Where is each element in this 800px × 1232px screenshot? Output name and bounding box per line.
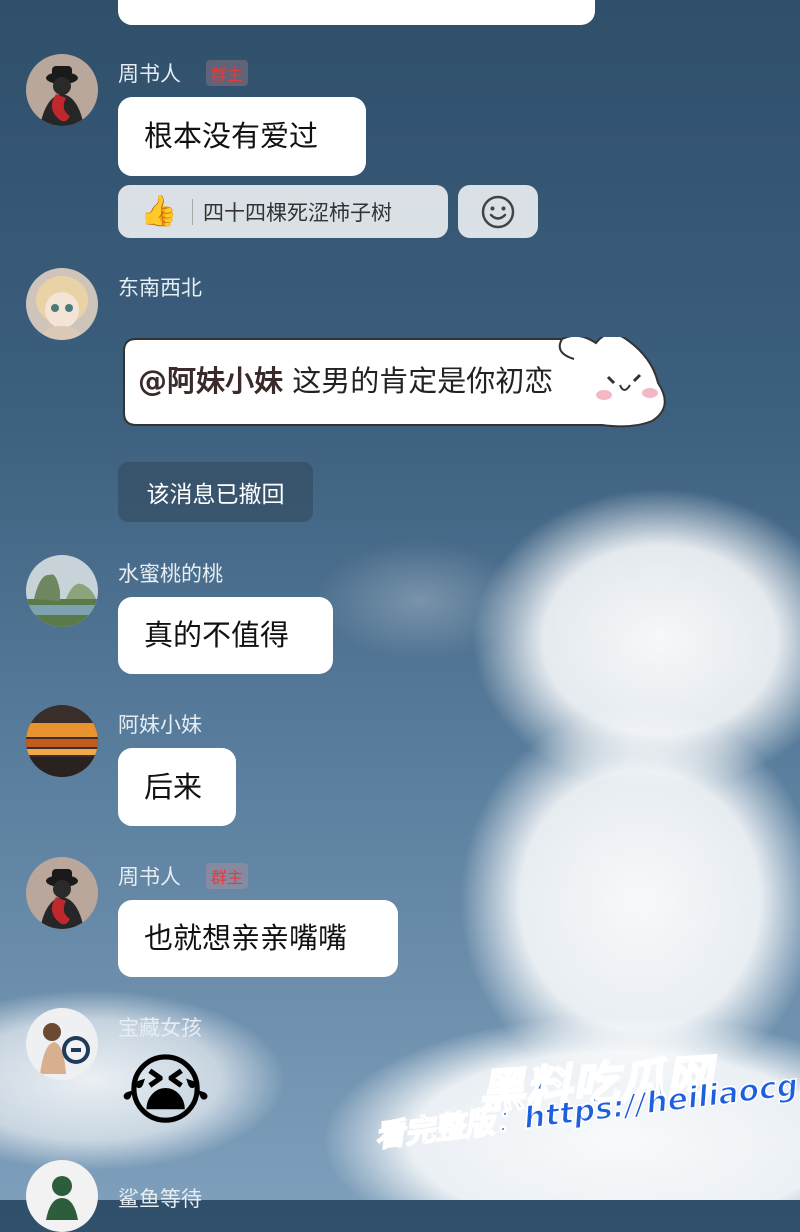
avatar[interactable]: [26, 1008, 98, 1080]
owner-badge: 群主: [206, 60, 249, 86]
message-bubble[interactable]: 后来: [118, 748, 236, 826]
avatar[interactable]: [26, 857, 98, 929]
owner-badge: 群主: [206, 863, 249, 889]
crying-face-emoji[interactable]: 😭: [120, 1052, 211, 1130]
watermark-prefix: 看完整版：: [372, 1101, 527, 1156]
avatar[interactable]: [26, 555, 98, 627]
avatar-image-sunset: [26, 705, 98, 777]
avatar[interactable]: [26, 705, 98, 777]
sender-name: 水蜜桃的桃: [118, 562, 223, 586]
sender-name: 东南西北: [118, 276, 202, 300]
mention[interactable]: @阿妹小妹: [138, 364, 283, 398]
sender-name: 宝藏女孩: [118, 1016, 202, 1040]
avatar-image-girl-badge: [26, 1008, 98, 1080]
message-bubble[interactable]: 根本没有爱过: [118, 97, 366, 176]
smiley-icon: [481, 195, 515, 228]
divider: [192, 198, 193, 225]
previous-message-bubble[interactable]: [118, 0, 595, 25]
message-bubble[interactable]: 真的不值得: [118, 597, 333, 674]
message-body: 这男的肯定是你初恋: [283, 364, 554, 398]
message-bubble-bunny[interactable]: @阿妹小妹 这男的肯定是你初恋: [122, 337, 670, 429]
reaction-chip[interactable]: 👍 四十四棵死涩柿子树: [118, 185, 448, 238]
thumbs-up-icon: 👍: [140, 194, 178, 229]
avatar[interactable]: [26, 54, 98, 126]
sender-name: 周书人: [118, 865, 181, 889]
add-reaction-button[interactable]: [458, 185, 538, 238]
recalled-notice: 该消息已撤回: [118, 462, 313, 522]
avatar-image-figure: [26, 1160, 98, 1232]
avatar-image-figure-red-scarf: [26, 857, 98, 929]
message-bubble[interactable]: 也就想亲亲嘴嘴: [118, 900, 398, 977]
reaction-user: 四十四棵死涩柿子树: [203, 200, 392, 225]
message-text: @阿妹小妹 这男的肯定是你初恋: [138, 367, 553, 396]
avatar-image-lake: [26, 555, 98, 627]
avatar[interactable]: [26, 268, 98, 340]
sender-name: 鲨鱼等待: [118, 1187, 202, 1211]
avatar[interactable]: [26, 1160, 98, 1232]
sender-name: 阿妹小妹: [118, 713, 202, 737]
avatar-image-doll: [26, 268, 98, 340]
sender-name: 周书人: [118, 62, 181, 86]
avatar-image-figure-red-scarf: [26, 54, 98, 126]
